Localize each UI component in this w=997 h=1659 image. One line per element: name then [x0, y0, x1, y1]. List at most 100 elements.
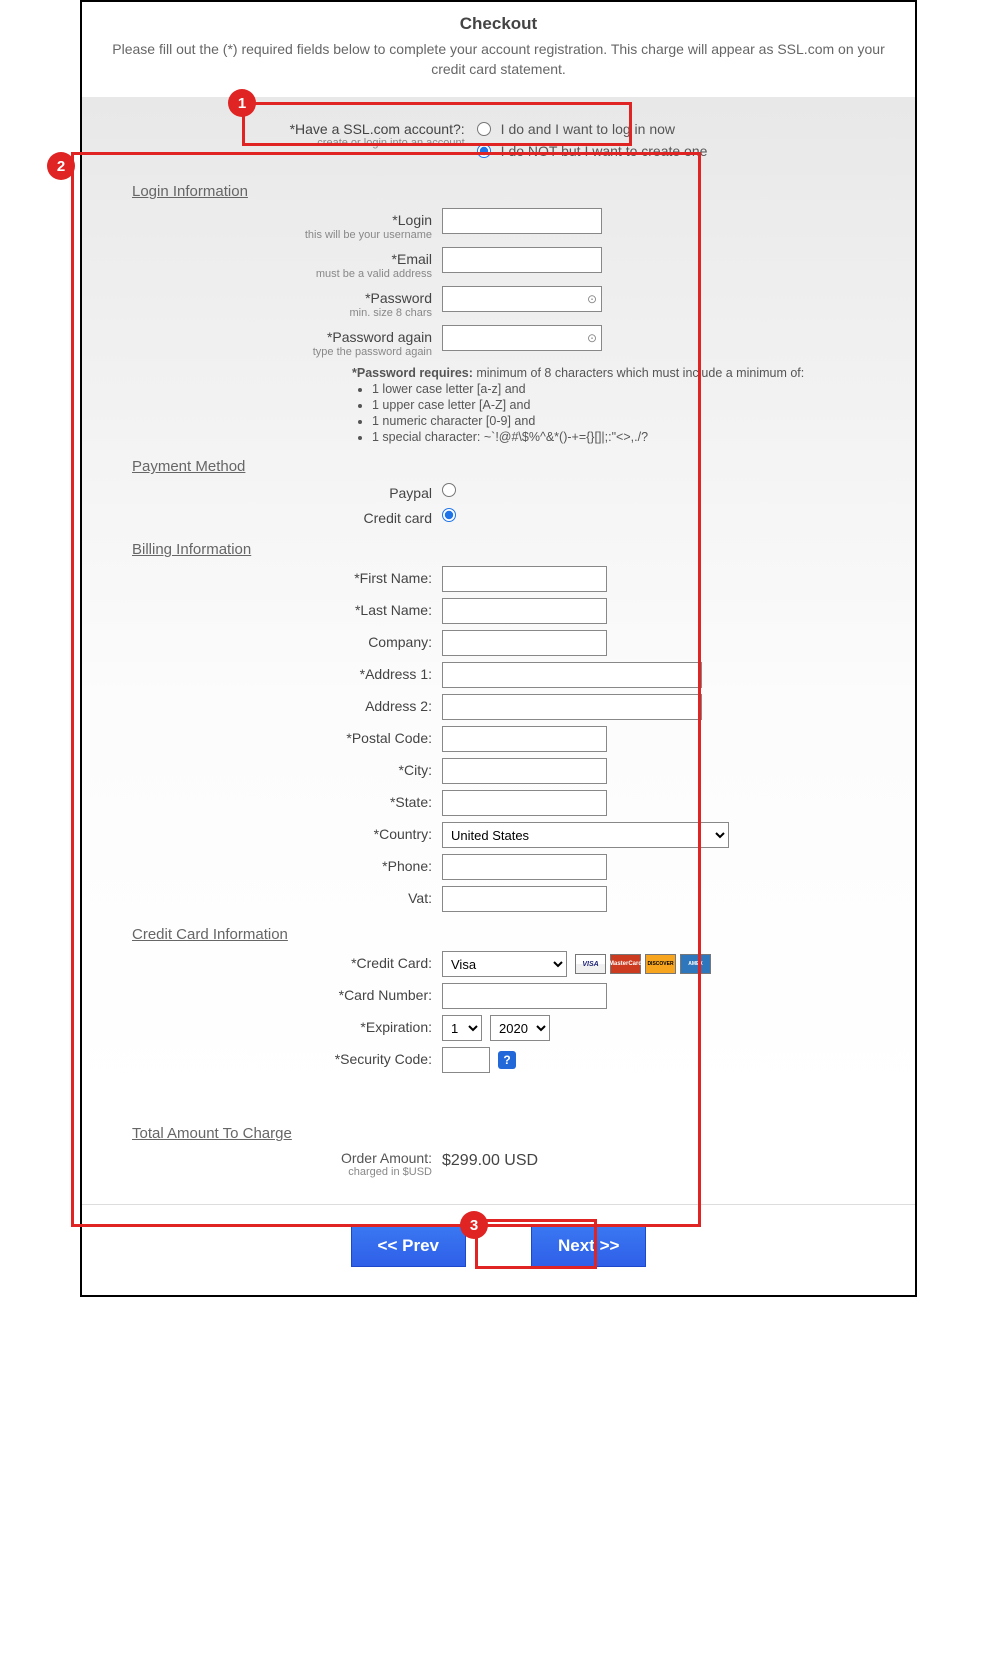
- step-badge-1: 1: [228, 89, 256, 117]
- city-input[interactable]: [442, 758, 607, 784]
- vat-label: Vat:: [132, 890, 432, 906]
- email-sublabel: must be a valid address: [132, 268, 432, 280]
- key-icon: ⊙: [587, 292, 597, 306]
- password-again-label: *Password again: [132, 329, 432, 345]
- field-company: Company:: [132, 630, 865, 656]
- city-label: *City:: [132, 762, 432, 778]
- section-billing-info: Billing Information: [132, 541, 865, 558]
- login-input[interactable]: [442, 208, 602, 234]
- pw-req-3: 1 numeric character [0-9] and: [372, 414, 865, 428]
- form-area: 1 2 *Have a SSL.com account?: create or …: [82, 97, 915, 1109]
- expiration-label: *Expiration:: [132, 1019, 432, 1035]
- field-last-name: *Last Name:: [132, 598, 865, 624]
- field-postal: *Postal Code:: [132, 726, 865, 752]
- card-icons: VISA MasterCard DISCOVER AMEX: [575, 954, 711, 974]
- payment-cc-row: Credit card: [132, 508, 865, 527]
- cc-type-label: *Credit Card:: [132, 955, 432, 971]
- next-button[interactable]: Next >>: [531, 1225, 646, 1267]
- page-title: Checkout: [102, 14, 895, 34]
- payment-paypal-row: Paypal: [132, 483, 865, 502]
- order-amount-sub: charged in $USD: [132, 1166, 432, 1178]
- order-amount-label: Order Amount:: [132, 1150, 432, 1166]
- security-code-input[interactable]: [442, 1047, 490, 1073]
- postal-label: *Postal Code:: [132, 730, 432, 746]
- account-label-col: *Have a SSL.com account?: create or logi…: [290, 121, 465, 149]
- account-radio-login-input[interactable]: [477, 122, 491, 136]
- field-address2: Address 2:: [132, 694, 865, 720]
- field-email: *Email must be a valid address: [132, 247, 865, 280]
- email-input[interactable]: [442, 247, 602, 273]
- field-password: *Password min. size 8 chars ⊙: [132, 286, 865, 319]
- address1-input[interactable]: [442, 662, 702, 688]
- password-again-sublabel: type the password again: [132, 346, 432, 358]
- email-label: *Email: [132, 251, 432, 267]
- company-label: Company:: [132, 634, 432, 650]
- phone-label: *Phone:: [132, 858, 432, 874]
- order-amount-row: Order Amount: charged in $USD $299.00 US…: [132, 1150, 865, 1178]
- pw-req-4: 1 special character: ~`!@#\$%^&*()-+={}[…: [372, 430, 865, 444]
- pw-req-heading-bold: *Password requires:: [352, 366, 473, 380]
- amex-icon: AMEX: [680, 954, 711, 974]
- section-cc-info: Credit Card Information: [132, 926, 865, 943]
- account-label: *Have a SSL.com account?:: [290, 121, 465, 137]
- account-radio-create-input[interactable]: [477, 144, 491, 158]
- pw-req-2: 1 upper case letter [A-Z] and: [372, 398, 865, 412]
- password-sublabel: min. size 8 chars: [132, 307, 432, 319]
- help-icon[interactable]: ?: [498, 1051, 516, 1069]
- field-city: *City:: [132, 758, 865, 784]
- address2-input[interactable]: [442, 694, 702, 720]
- field-expiration: *Expiration: 1 2020: [132, 1015, 865, 1041]
- field-state: *State:: [132, 790, 865, 816]
- phone-input[interactable]: [442, 854, 607, 880]
- field-login: *Login this will be your username: [132, 208, 865, 241]
- address1-label: *Address 1:: [132, 666, 432, 682]
- payment-cc-radio[interactable]: [442, 508, 456, 522]
- account-question-row: *Have a SSL.com account?: create or logi…: [132, 115, 865, 169]
- section-total: Total Amount To Charge: [132, 1125, 865, 1142]
- field-security-code: *Security Code: ?: [132, 1047, 865, 1073]
- field-phone: *Phone:: [132, 854, 865, 880]
- first-name-label: *First Name:: [132, 570, 432, 586]
- security-code-label: *Security Code:: [132, 1051, 432, 1067]
- field-card-number: *Card Number:: [132, 983, 865, 1009]
- last-name-label: *Last Name:: [132, 602, 432, 618]
- password-requirements: *Password requires: minimum of 8 charact…: [352, 366, 865, 444]
- account-radio-col: I do and I want to log in now I do NOT b…: [477, 121, 708, 159]
- password-again-input[interactable]: [442, 325, 602, 351]
- postal-input[interactable]: [442, 726, 607, 752]
- payment-paypal-label: Paypal: [132, 485, 442, 501]
- field-vat: Vat:: [132, 886, 865, 912]
- page-subtitle: Please fill out the (*) required fields …: [102, 40, 895, 79]
- last-name-input[interactable]: [442, 598, 607, 624]
- field-password-again: *Password again type the password again …: [132, 325, 865, 358]
- account-radio-login-label: I do and I want to log in now: [501, 121, 675, 137]
- prev-button[interactable]: << Prev: [351, 1225, 466, 1267]
- mastercard-icon: MasterCard: [610, 954, 641, 974]
- first-name-input[interactable]: [442, 566, 607, 592]
- step-badge-2: 2: [47, 152, 75, 180]
- field-cc-type: *Credit Card: Visa VISA MasterCard DISCO…: [132, 951, 865, 977]
- account-radio-create[interactable]: I do NOT but I want to create one: [477, 143, 708, 159]
- account-sublabel: create or login into an account: [290, 137, 465, 149]
- country-select[interactable]: United States: [442, 822, 729, 848]
- order-amount-value: $299.00 USD: [442, 1150, 538, 1178]
- account-radio-login[interactable]: I do and I want to log in now: [477, 121, 708, 137]
- state-input[interactable]: [442, 790, 607, 816]
- password-input[interactable]: [442, 286, 602, 312]
- company-input[interactable]: [442, 630, 607, 656]
- exp-month-select[interactable]: 1: [442, 1015, 482, 1041]
- field-country: *Country: United States: [132, 822, 865, 848]
- step-badge-3: 3: [460, 1211, 488, 1239]
- card-number-input[interactable]: [442, 983, 607, 1009]
- field-first-name: *First Name:: [132, 566, 865, 592]
- discover-icon: DISCOVER: [645, 954, 676, 974]
- login-label: *Login: [132, 212, 432, 228]
- country-label: *Country:: [132, 826, 432, 842]
- password-label: *Password: [132, 290, 432, 306]
- payment-paypal-radio[interactable]: [442, 483, 456, 497]
- cc-type-select[interactable]: Visa: [442, 951, 567, 977]
- visa-icon: VISA: [575, 954, 606, 974]
- exp-year-select[interactable]: 2020: [490, 1015, 550, 1041]
- pw-req-lead: minimum of 8 characters which must inclu…: [473, 366, 804, 380]
- vat-input[interactable]: [442, 886, 607, 912]
